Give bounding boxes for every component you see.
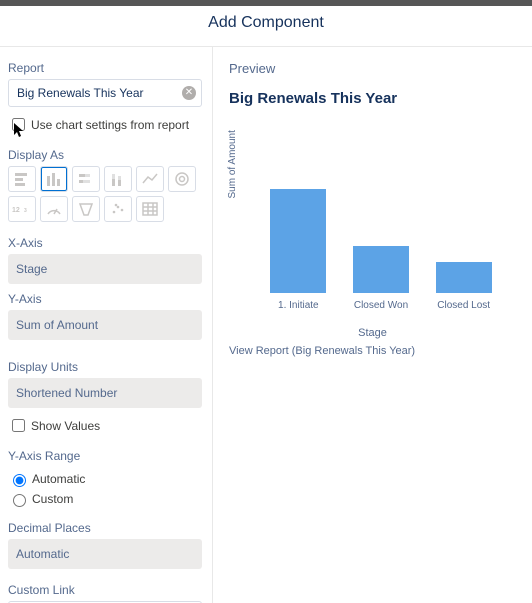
bar-category-label: Closed Lost	[435, 300, 493, 311]
bar-category-label: Closed Won	[352, 300, 410, 311]
bar[interactable]	[436, 262, 492, 293]
x-axis-select[interactable]: Stage	[8, 254, 202, 284]
display-units-label: Display Units	[8, 360, 202, 374]
report-label: Report	[8, 61, 202, 75]
decimal-places-label: Decimal Places	[8, 521, 202, 535]
show-values-label: Show Values	[31, 419, 100, 433]
range-automatic-label: Automatic	[32, 472, 85, 486]
chart-title: Big Renewals This Year	[229, 90, 516, 107]
bar-column: Closed Won	[352, 246, 410, 293]
report-input[interactable]	[8, 79, 202, 107]
range-automatic-radio[interactable]	[13, 474, 26, 487]
chart-type-gauge[interactable]	[40, 196, 68, 222]
bar-category-label: 1. Initiate	[269, 300, 327, 311]
bar-column: Closed Lost	[435, 262, 493, 293]
chart-type-scatter[interactable]	[104, 196, 132, 222]
chart-type-table[interactable]	[136, 196, 164, 222]
custom-link-label: Custom Link	[8, 583, 202, 597]
bar[interactable]	[270, 189, 326, 293]
show-values-checkbox[interactable]	[12, 419, 25, 432]
y-axis-range-label: Y-Axis Range	[8, 449, 202, 463]
chart-type-line[interactable]	[136, 166, 164, 192]
view-report-link[interactable]: View Report (Big Renewals This Year)	[229, 345, 516, 357]
page-title: Add Component	[0, 6, 532, 47]
chart-type-bar-vertical[interactable]	[40, 166, 68, 192]
y-axis-label: Y-Axis	[8, 292, 202, 306]
config-panel: Report ✕ Use chart settings from report …	[0, 47, 213, 603]
chart-type-funnel[interactable]	[72, 196, 100, 222]
bar[interactable]	[353, 246, 409, 293]
preview-panel: Preview Big Renewals This Year Sum of Am…	[213, 47, 532, 603]
display-as-label: Display As	[8, 148, 202, 162]
use-chart-settings-checkbox[interactable]	[12, 118, 25, 131]
bar-chart: Sum of Amount 1. Initiate Closed Won Close…	[229, 119, 509, 319]
use-chart-settings-label: Use chart settings from report	[31, 118, 189, 132]
chart-ylabel: Sum of Amount	[227, 130, 238, 198]
chart-type-stacked-bar-vertical[interactable]	[104, 166, 132, 192]
y-axis-select[interactable]: Sum of Amount	[8, 310, 202, 340]
preview-section-label: Preview	[229, 61, 516, 76]
chart-xlabel: Stage	[229, 327, 516, 339]
chart-type-donut[interactable]	[168, 166, 196, 192]
svg-text:12: 12	[12, 207, 20, 214]
display-units-select[interactable]: Shortened Number	[8, 378, 202, 408]
bar-column: 1. Initiate	[269, 189, 327, 293]
chart-type-metric[interactable]: 12 3	[8, 196, 36, 222]
chart-type-stacked-bar-horizontal[interactable]	[72, 166, 100, 192]
range-custom-radio[interactable]	[13, 494, 26, 507]
decimal-places-select[interactable]: Automatic	[8, 539, 202, 569]
chart-type-picker: 12 3	[8, 166, 202, 222]
clear-report-icon[interactable]: ✕	[182, 86, 196, 100]
chart-type-bar-horizontal[interactable]	[8, 166, 36, 192]
range-custom-label: Custom	[32, 492, 73, 506]
svg-text:3: 3	[24, 208, 27, 214]
x-axis-label: X-Axis	[8, 236, 202, 250]
